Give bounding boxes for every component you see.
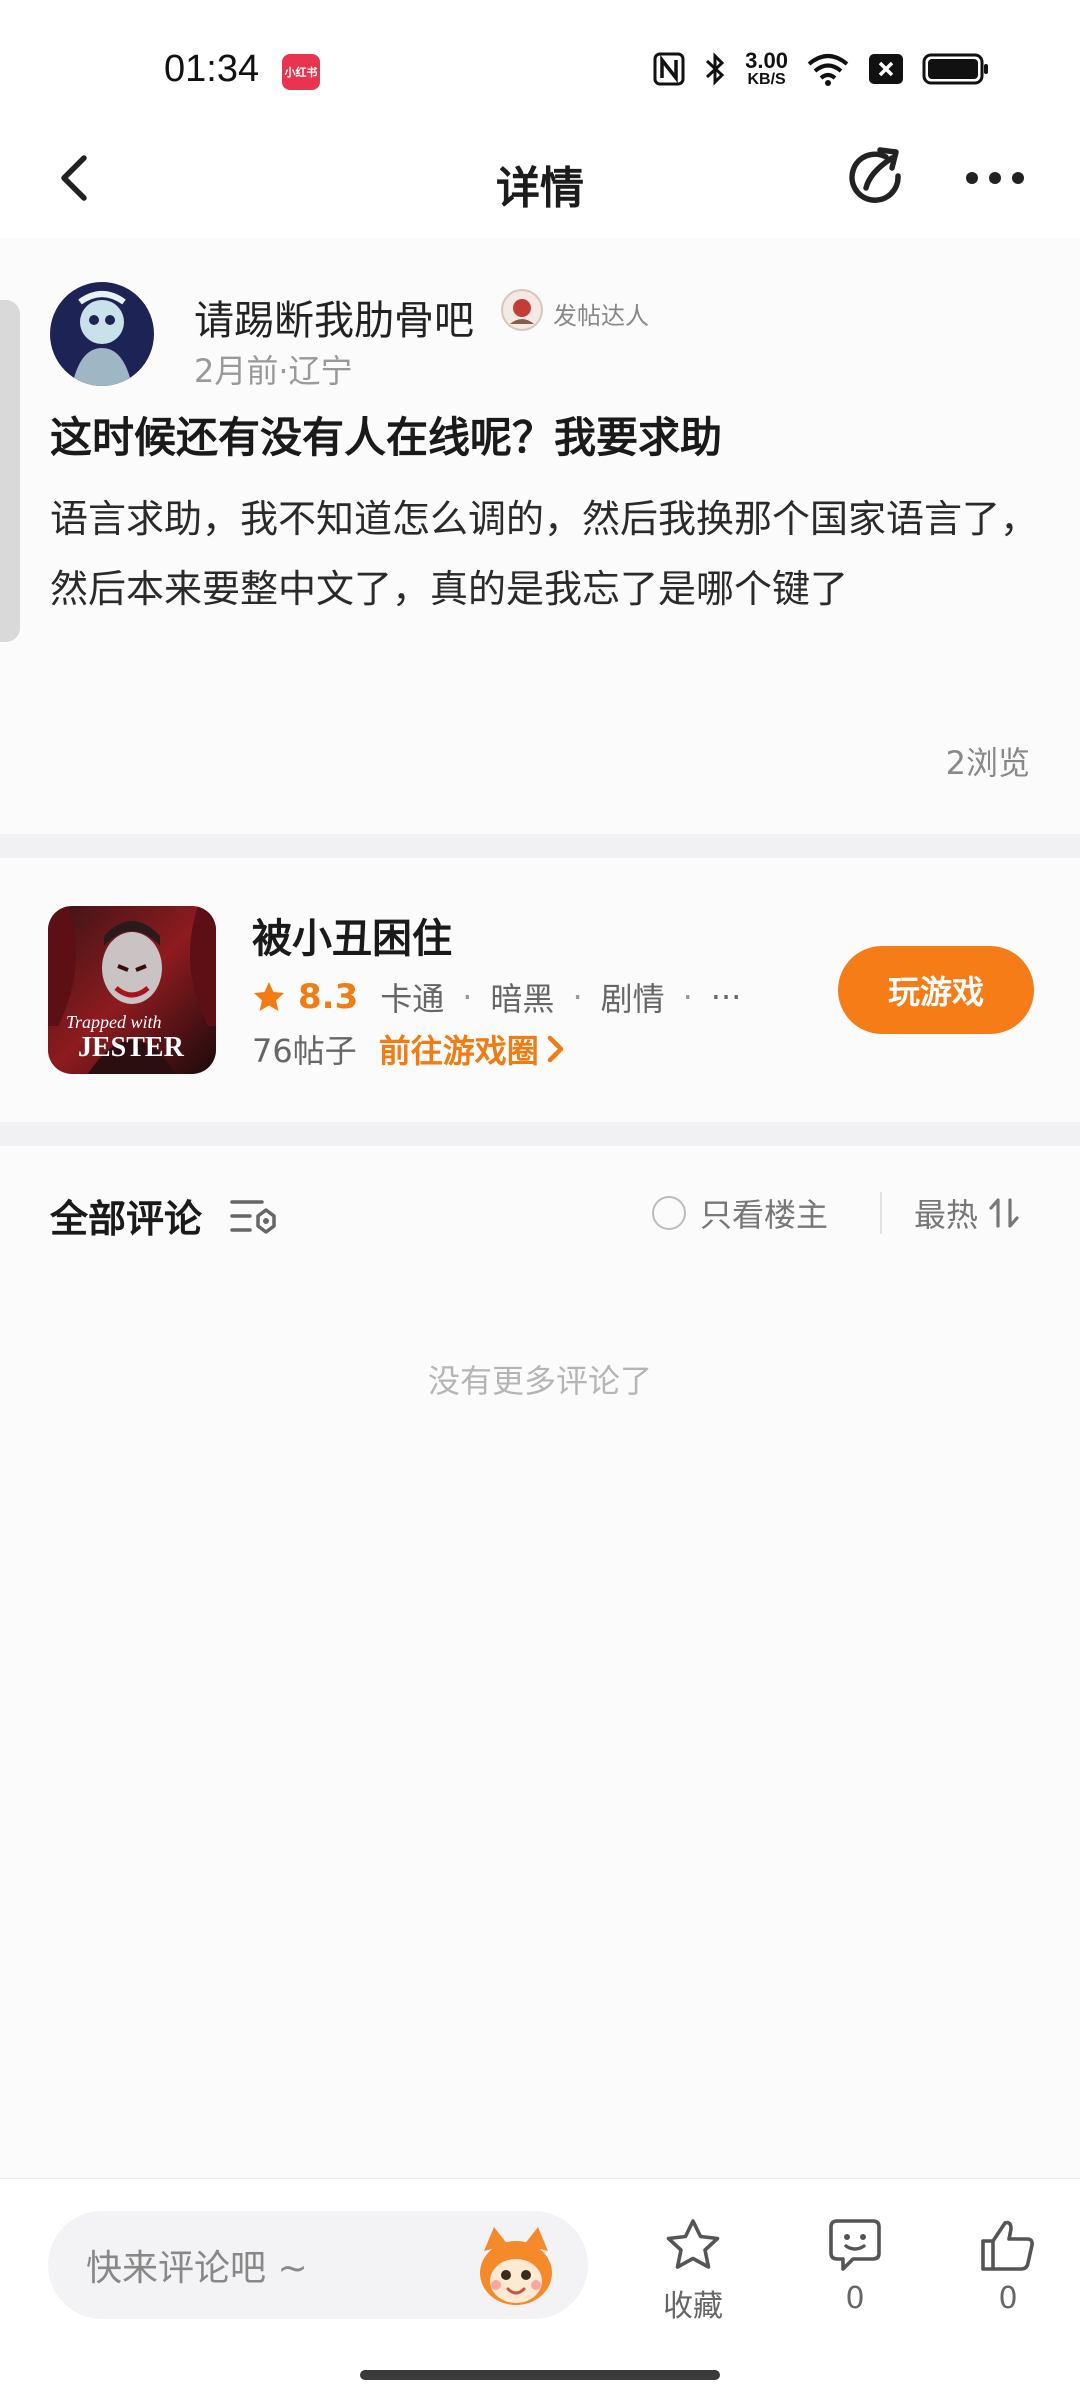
sort-icon	[989, 1198, 1019, 1228]
wifi-icon	[807, 54, 849, 86]
game-tag: 卡通	[380, 980, 445, 1018]
poster-badge-label: 发帖达人	[553, 302, 649, 330]
only-op-radio[interactable]	[652, 1196, 686, 1230]
game-tags-more: ···	[710, 978, 742, 1016]
favorite-label: 收藏	[663, 2289, 723, 2324]
game-rating: 8.3	[298, 977, 359, 1017]
status-time: 01:34	[164, 48, 260, 90]
notification-app-icon: 小红书	[282, 54, 320, 90]
header-separator	[880, 1192, 882, 1234]
goto-game-circle-label: 前往游戏圈	[378, 1032, 539, 1070]
only-op-toggle[interactable]: 只看楼主	[652, 1190, 828, 1236]
comment-bubble-icon	[829, 2219, 881, 2271]
game-meta-row: 76帖子 前往游戏圈	[252, 1026, 567, 1072]
post-section: 请踢断我肋骨吧 发帖达人 2月前·辽宁 这时候还有没有人在线呢？我要求助 语言求…	[0, 238, 1080, 834]
battery-icon	[922, 53, 988, 85]
section-divider	[0, 1122, 1080, 1146]
goto-game-circle-link[interactable]: 前往游戏圈	[379, 1026, 567, 1072]
comments-title: 全部评论	[50, 1197, 203, 1241]
tag-separator: ·	[572, 978, 583, 1016]
empty-comments-text: 没有更多评论了	[427, 1362, 652, 1400]
sort-toggle[interactable]: 最热	[914, 1190, 1020, 1236]
mascot-emoji-icon[interactable]	[470, 2221, 562, 2313]
game-tag: 剧情	[600, 980, 665, 1018]
comments-header: 全部评论 只看楼主 最热	[0, 1146, 1080, 1276]
game-cover-title-line1: Trapped with	[66, 1012, 162, 1032]
more-icon[interactable]	[960, 158, 1030, 198]
post-body: 语言求助，我不知道怎么调的，然后我换那个国家语言了，然后本来要整中文了，真的是我…	[50, 497, 1039, 611]
game-tag: 暗黑	[490, 980, 555, 1018]
author-name[interactable]: 请踢断我肋骨吧	[194, 288, 474, 346]
post-meta: 2月前·辽宁	[194, 352, 353, 390]
comment-filter-icon[interactable]	[228, 1194, 280, 1238]
favorite-button[interactable]: 收藏	[633, 2217, 753, 2325]
author-avatar[interactable]	[50, 282, 154, 386]
page-title: 详情	[496, 163, 584, 214]
status-icons: 3.00 KB/S	[653, 50, 990, 88]
game-cover-title-line2: JESTER	[78, 1032, 185, 1063]
network-speed-value: 3.00	[745, 48, 788, 73]
comment-count: 0	[845, 2281, 865, 2316]
network-speed: 3.00 KB/S	[745, 50, 788, 88]
network-speed-unit: KB/S	[747, 71, 786, 88]
chevron-right-icon	[547, 1035, 563, 1063]
like-count: 0	[998, 2281, 1018, 2316]
thumbs-up-icon	[981, 2220, 1034, 2271]
game-name[interactable]: 被小丑困住	[252, 906, 452, 964]
poster-badge-icon	[501, 289, 543, 331]
game-card[interactable]: Trapped with JESTER 被小丑困住 8.3 卡通 · 暗黑 · …	[0, 858, 1080, 1122]
nfc-icon	[653, 52, 685, 86]
share-icon[interactable]	[840, 142, 912, 214]
play-game-button[interactable]: 玩游戏	[838, 946, 1034, 1034]
comment-button[interactable]: 0	[795, 2217, 915, 2316]
only-op-label: 只看楼主	[700, 1196, 829, 1234]
bluetooth-icon	[706, 52, 725, 86]
sort-label: 最热	[914, 1196, 979, 1234]
sim-blocked-icon	[869, 54, 903, 84]
game-post-count: 76帖子	[252, 1032, 357, 1070]
game-cover[interactable]: Trapped with JESTER	[48, 906, 216, 1074]
star-rating-icon	[254, 982, 284, 1011]
game-rating-row: 8.3 卡通 · 暗黑 · 剧情 · ···	[252, 974, 741, 1020]
status-bar: 01:34 小红书 3.00 KB/S	[0, 0, 1080, 120]
nav-bar: 详情	[0, 120, 1080, 238]
tag-separator: ·	[682, 978, 693, 1016]
post-title: 这时候还有没有人在线呢？我要求助	[50, 413, 723, 462]
section-divider	[0, 834, 1080, 858]
star-outline-icon	[666, 2219, 720, 2269]
bottom-bar: 快来评论吧 ~ 收藏 0 0	[0, 2178, 1080, 2400]
like-button[interactable]: 0	[948, 2217, 1068, 2316]
view-count: 2浏览	[945, 744, 1030, 782]
home-indicator[interactable]	[360, 2370, 720, 2380]
tag-separator: ·	[462, 978, 473, 1016]
side-drawer-handle[interactable]	[0, 300, 20, 642]
